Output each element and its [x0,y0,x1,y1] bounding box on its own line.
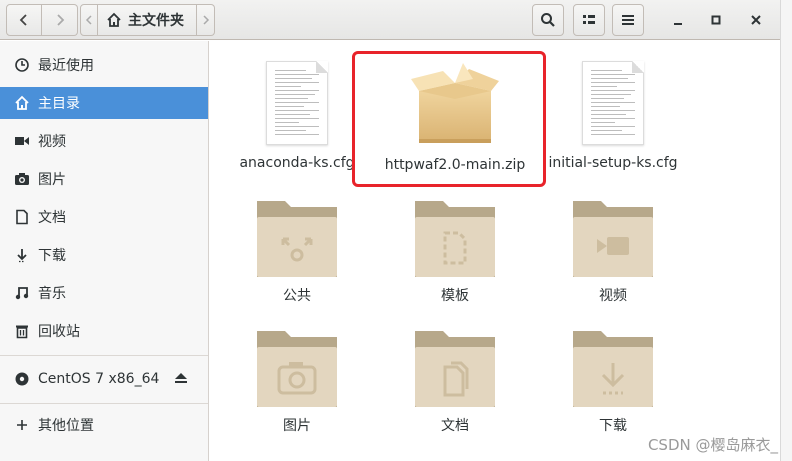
trash-icon [14,323,30,339]
search-button[interactable] [532,4,564,36]
breadcrumb-label: 主文件夹 [128,13,184,29]
sidebar-item-label: 文档 [38,210,66,226]
search-icon [541,13,555,27]
folder-name: 文档 [441,418,469,434]
folder-share-icon [257,201,337,277]
sidebar-item-label: 其他位置 [38,418,94,434]
list-view-icon [583,15,595,24]
folder-name: 模板 [441,288,469,304]
sidebar: 最近使用 主目录 视频 图片 文档 下载 音乐 回收站 CentOS 7 x86… [0,41,209,461]
close-button[interactable] [744,8,768,32]
file-view: anaconda-ks.cfg httpwaf2.0-main.zip init… [210,41,780,461]
folder-item[interactable]: 视频 [538,195,688,305]
disc-icon [14,371,30,387]
sidebar-item-home[interactable]: 主目录 [0,87,208,119]
folder-download-icon [573,331,653,407]
document-icon [14,209,30,225]
back-button[interactable] [6,4,42,36]
sidebar-item-label: 主目录 [38,96,80,112]
sidebar-item-label: 视频 [38,134,66,150]
chevron-left-icon [19,14,27,26]
menu-button[interactable] [612,4,644,36]
sidebar-item-label: 回收站 [38,324,80,340]
home-icon [107,12,121,27]
sidebar-item-label: CentOS 7 x86_64 [38,371,160,387]
path-scroll-right-button[interactable] [197,4,215,36]
sidebar-item-videos[interactable]: 视频 [0,125,208,157]
chevron-left-icon [85,15,92,25]
hamburger-icon [622,15,634,25]
file-item[interactable]: anaconda-ks.cfg [222,61,372,171]
folder-item[interactable]: 公共 [222,195,372,305]
sidebar-item-label: 最近使用 [38,58,94,74]
clock-icon [14,57,30,73]
folder-item[interactable]: 文档 [380,325,530,435]
download-icon [14,247,30,263]
sidebar-item-downloads[interactable]: 下载 [0,239,208,271]
forward-button[interactable] [42,4,78,36]
folder-item[interactable]: 下载 [538,325,688,435]
eject-icon[interactable] [174,371,188,389]
file-name: anaconda-ks.cfg [239,155,355,171]
minimize-button[interactable] [666,8,690,32]
folder-name: 图片 [283,418,311,434]
folder-name: 下载 [599,418,627,434]
close-icon [751,15,761,25]
folder-documents-icon [415,331,495,407]
minimize-icon [674,23,682,25]
chevron-right-icon [202,15,209,25]
background-window-strip [780,0,792,461]
path-bar: 主文件夹 [80,4,215,36]
sidebar-item-trash[interactable]: 回收站 [0,315,208,347]
sidebar-separator [0,355,208,356]
folder-name: 公共 [283,288,311,304]
text-file-icon [266,61,328,145]
folder-video-icon [573,201,653,277]
highlight-box [352,51,546,187]
folder-name: 视频 [599,288,627,304]
text-file-icon [582,61,644,145]
video-icon [14,133,30,149]
sidebar-separator [0,403,208,404]
home-icon [14,95,30,111]
chevron-right-icon [56,14,64,26]
camera-icon [14,171,30,187]
sidebar-item-label: 音乐 [38,286,66,302]
file-name: initial-setup-ks.cfg [548,155,678,171]
sidebar-item-label: 图片 [38,172,66,188]
folder-item[interactable]: 模板 [380,195,530,305]
sidebar-item-music[interactable]: 音乐 [0,277,208,309]
path-scroll-left-button[interactable] [80,4,98,36]
folder-pictures-icon [257,331,337,407]
watermark: CSDN @樱岛麻衣_ [647,436,778,454]
breadcrumb-home[interactable]: 主文件夹 [98,4,197,36]
folder-template-icon [415,201,495,277]
maximize-icon [711,15,721,25]
view-mode-button[interactable] [573,4,605,36]
music-icon [14,285,30,301]
maximize-button[interactable] [704,8,728,32]
header-bar: 主文件夹 [0,0,780,40]
sidebar-item-device[interactable]: CentOS 7 x86_64 [0,363,208,395]
file-item[interactable]: initial-setup-ks.cfg [538,61,688,171]
folder-item[interactable]: 图片 [222,325,372,435]
sidebar-item-documents[interactable]: 文档 [0,201,208,233]
sidebar-item-pictures[interactable]: 图片 [0,163,208,195]
navigation-buttons [6,4,78,36]
sidebar-item-other-locations[interactable]: 其他位置 [0,409,208,441]
sidebar-item-recent[interactable]: 最近使用 [0,49,208,81]
plus-icon [14,417,30,433]
sidebar-item-label: 下载 [38,248,66,264]
